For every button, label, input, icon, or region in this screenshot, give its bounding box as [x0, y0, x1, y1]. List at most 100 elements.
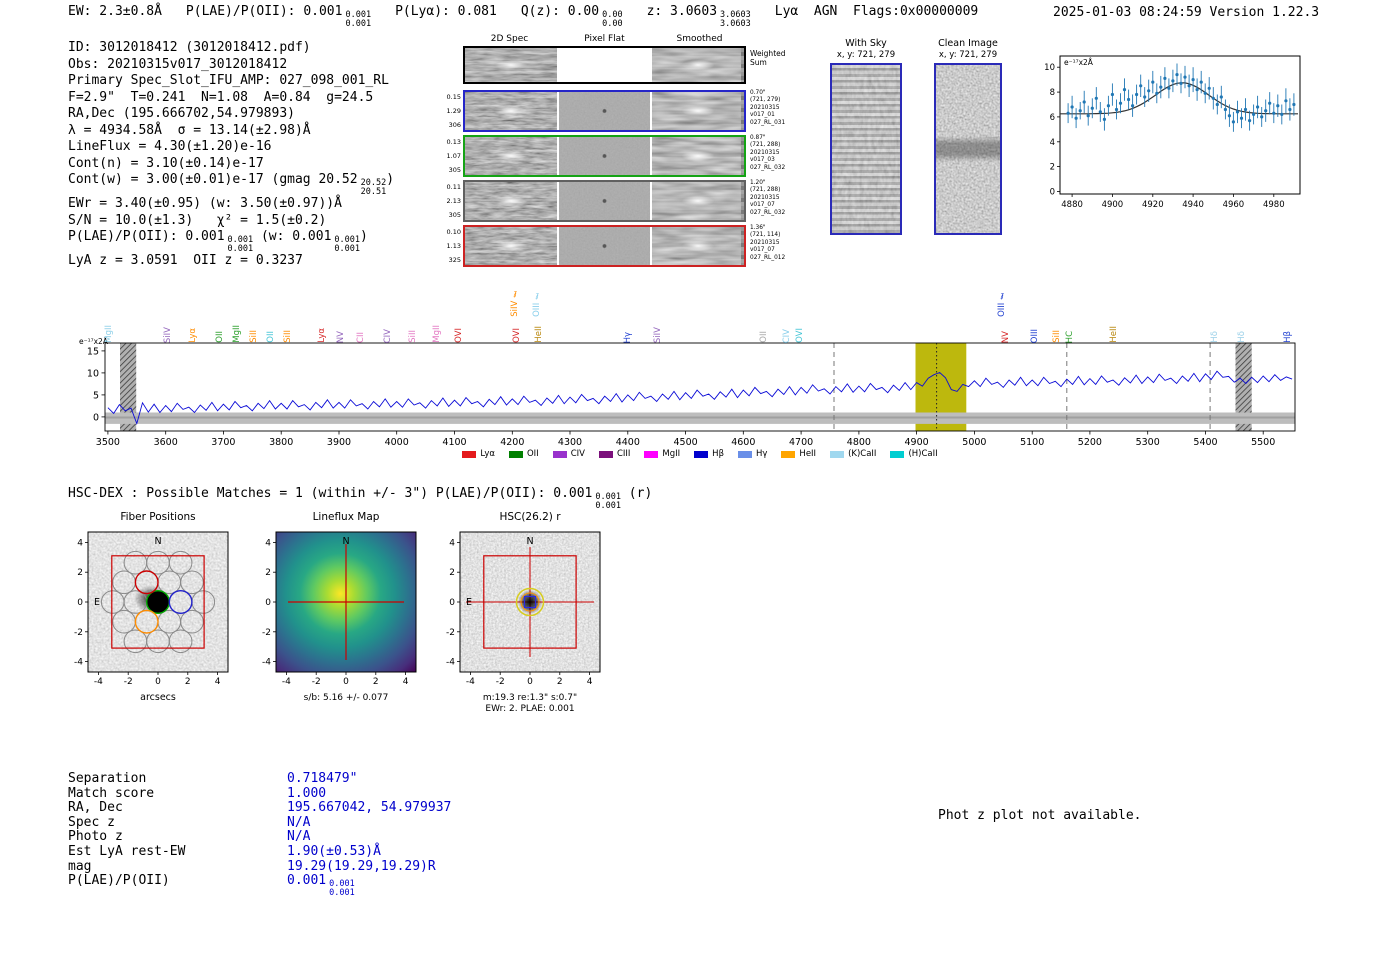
legend-label: MgII — [662, 449, 681, 459]
match-table-label: Photo z — [68, 829, 123, 845]
emission-line-label: OIII ℓ — [532, 290, 543, 317]
spectrum-svg: 3500 3600 3700 3800 3900 4000 4100 4200 4300 4400… — [79, 337, 1296, 448]
noise-texture — [558, 182, 651, 220]
match-table-row: Est LyA rest-EW 1.90(±0.53)Å — [68, 844, 451, 860]
stacked-value: 0.00 0.00 — [602, 10, 623, 29]
svg-text:4960: 4960 — [1223, 200, 1245, 210]
svg-text:4400: 4400 — [616, 437, 640, 448]
cleanimage-coords: x, y: 721, 279 — [938, 50, 998, 60]
info-line: EWr = 3.40(±0.95) (w: 3.50(±0.97))Å — [68, 196, 342, 211]
info-line: P(LAE)/P(OII): 0.001 0.001 0.001 (w: 0.001… — [68, 229, 368, 254]
svg-text:-4: -4 — [262, 658, 271, 668]
svg-text:10: 10 — [1044, 63, 1055, 73]
detection-info-block: ID: 3012018412 (3012018412.pdf) Obs: 2021… — [68, 40, 394, 270]
match-table-row: Match score 1.000 — [68, 786, 451, 802]
info-line: Cont(n) = 3.10(±0.14)e-17 — [68, 155, 264, 171]
svg-text:4: 4 — [587, 677, 593, 687]
match-table-label: P(LAE)/P(OII) — [68, 873, 170, 889]
legend-swatch — [598, 450, 613, 458]
info-line: LineFlux = 4.30(±1.20)e-16 — [68, 139, 272, 154]
info-line: LyA z = 3.0591 OII z = 0.3237 — [68, 253, 303, 268]
legend-item: (H)CaII — [890, 449, 938, 459]
spectrum-legend: Lyα OII CIV CIII MgII Hβ Hγ HeII (K)CaII (H)CaII — [105, 449, 1295, 459]
stacked-value: 0.001 0.001 — [329, 879, 355, 898]
legend-item: CIV — [552, 449, 585, 459]
report-datetime: 2025-01-03 08:24:59 Version 1.22.3 — [1053, 5, 1320, 20]
svg-text:4800: 4800 — [847, 437, 871, 448]
svg-text:4: 4 — [265, 538, 271, 548]
svg-text:m:19.3 re:1.3" s:0.7": m:19.3 re:1.3" s:0.7" — [483, 693, 577, 703]
fiber-2dspec-image — [465, 227, 557, 265]
match-table-value: 0.001 0.001 0.001 — [287, 873, 355, 898]
fiber-annotation: 1.20" (721, 288) 20210315 v017_07 027_RL_032 — [750, 180, 786, 216]
svg-text:arcsecs: arcsecs — [140, 692, 176, 703]
legend-item: Hγ — [738, 449, 767, 459]
catalog-match-header: HSC-DEX : Possible Matches = 1 (within +… — [68, 486, 653, 511]
match-properties-table: Separation 0.718479" Match score 1.000 RA, D… — [68, 771, 451, 898]
fiber-annotation: 0.87" (721, 288) 20210315 v017_03 027_RL_032 — [750, 135, 786, 171]
withsky-image — [830, 63, 902, 235]
noise-texture — [558, 227, 651, 265]
weighted-sum-label: Weighted Sum — [750, 49, 786, 67]
fiber-smoothed-image — [652, 182, 745, 220]
info-line: λ = 4934.58Å σ = 13.14(±2.98)Å — [68, 122, 311, 138]
legend-swatch — [552, 450, 567, 458]
zoom-line-plot: 4880 4900 4920 4940 4960 4980 0 2 4 6 8 10 e⁻¹⁷x2Å — [1036, 46, 1306, 222]
spec2d-montage: 2D Spec Pixel Flat Smoothed Weighted Sum 0.15… — [446, 34, 798, 270]
svg-text:4880: 4880 — [1061, 200, 1083, 210]
match-table-label: RA, Dec — [68, 800, 123, 816]
montage-col-header: Smoothed — [676, 34, 723, 44]
svg-text:Fiber Positions: Fiber Positions — [120, 511, 195, 523]
lineflux-map-figure: Lineflux Map N -4 -4 -2 -2 0 0 2 2 4 4 s/b: 5.16 +/-… — [246, 510, 428, 718]
svg-text:0: 0 — [1050, 188, 1055, 198]
svg-text:8: 8 — [1050, 88, 1055, 98]
svg-text:-2: -2 — [446, 628, 455, 638]
fiber-smoothed-image — [652, 227, 745, 265]
summary-stat: Lyα AGN Flags:0x00000009 — [774, 4, 979, 19]
weighted-sum-row — [463, 46, 746, 84]
summary-stat: z: 3.0603 3.0603 3.0603 — [646, 4, 751, 29]
svg-text:4100: 4100 — [442, 437, 466, 448]
svg-text:4: 4 — [449, 538, 455, 548]
fiber-annotation: 0.70" (721, 279) 20210315 v017_01 027_RL_031 — [750, 90, 786, 126]
svg-text:N: N — [526, 536, 533, 547]
svg-text:5000: 5000 — [962, 437, 986, 448]
legend-label: (K)CaII — [848, 449, 877, 459]
svg-text:Lineflux Map: Lineflux Map — [313, 511, 380, 523]
legend-item: (K)CaII — [830, 449, 876, 459]
legend-swatch — [890, 450, 905, 458]
match-table-value: N/A — [287, 829, 311, 845]
weighted-2dspec-image — [465, 48, 557, 82]
montage-col-header: Pixel Flat — [584, 34, 625, 44]
svg-text:4: 4 — [1050, 138, 1055, 148]
legend-label: (H)CaII — [908, 449, 938, 459]
svg-text:3800: 3800 — [269, 437, 293, 448]
legend-label: CIII — [616, 449, 631, 459]
withsky-coords: x, y: 721, 279 — [836, 50, 896, 60]
svg-text:4600: 4600 — [731, 437, 755, 448]
weighted-smoothed-image — [652, 48, 745, 82]
svg-text:5300: 5300 — [1136, 437, 1160, 448]
svg-text:N: N — [154, 536, 161, 547]
svg-text:4: 4 — [403, 677, 409, 687]
svg-text:-4: -4 — [466, 677, 475, 687]
svg-text:2: 2 — [77, 568, 83, 578]
svg-text:0: 0 — [93, 412, 99, 423]
svg-text:10: 10 — [87, 368, 99, 379]
stacked-value: 0.001 0.001 — [334, 235, 361, 254]
legend-label: Hβ — [712, 449, 724, 459]
fiber-2d-row — [463, 180, 746, 222]
withsky-panel: With Sky x, y: 721, 279 — [824, 38, 908, 235]
svg-text:0: 0 — [527, 677, 533, 687]
svg-text:2: 2 — [265, 568, 271, 578]
montage-headers: 2D Spec Pixel Flat Smoothed — [463, 34, 746, 44]
svg-text:E: E — [466, 597, 472, 608]
legend-swatch — [738, 450, 752, 458]
svg-text:2: 2 — [449, 568, 455, 578]
svg-text:0: 0 — [265, 598, 271, 608]
stacked-value: 0.001 0.001 — [345, 10, 372, 29]
legend-item: Hβ — [694, 449, 724, 459]
cleanimage-title: Clean Image — [938, 38, 998, 49]
match-table-label: Separation — [68, 771, 147, 786]
summary-header: EW: 2.3±0.8Å P(LAE)/P(OII): 0.001 0.001 0.0… — [68, 4, 1002, 28]
